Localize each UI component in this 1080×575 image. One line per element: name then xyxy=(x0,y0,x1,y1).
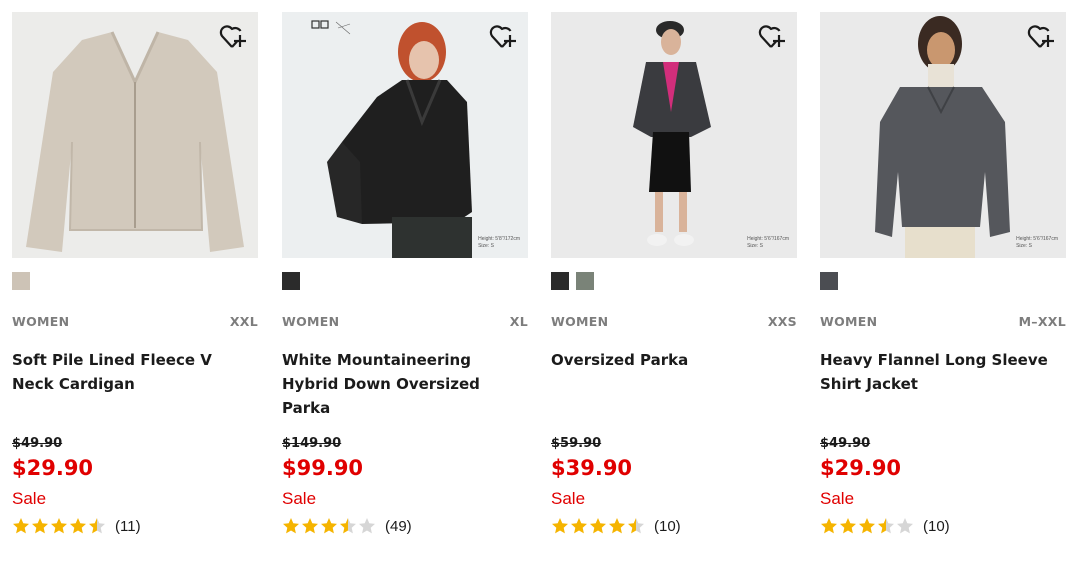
rating[interactable]: (10) xyxy=(551,515,681,537)
favorite-button[interactable] xyxy=(218,22,248,52)
gender-label: WOMEN xyxy=(551,314,609,329)
favorite-button[interactable] xyxy=(757,22,787,52)
star-icon xyxy=(840,518,856,534)
color-swatches xyxy=(12,272,30,290)
star-icon xyxy=(590,518,606,534)
product-meta: WOMEN M–XXL xyxy=(820,314,1066,330)
star-icon xyxy=(13,518,29,534)
heart-plus-icon xyxy=(1027,25,1054,48)
star-icon xyxy=(359,518,375,534)
size-range: XXL xyxy=(229,314,258,329)
star-icon xyxy=(897,518,913,534)
rating[interactable]: (10) xyxy=(820,515,950,537)
star-icon xyxy=(340,518,356,534)
product-name[interactable]: Heavy Flannel Long Sleeve Shirt Jacket xyxy=(820,348,1066,396)
star-icon xyxy=(859,518,875,534)
star-icon xyxy=(552,518,568,534)
product-image[interactable]: Height: 5'6"/167cm Size: S xyxy=(820,12,1066,258)
sale-label: Sale xyxy=(820,489,855,508)
original-price: $59.90 xyxy=(551,436,602,451)
star-icon xyxy=(32,518,48,534)
star-icon xyxy=(321,518,337,534)
star-rating xyxy=(12,517,106,535)
brand-logo xyxy=(292,20,352,42)
color-swatches xyxy=(282,272,300,290)
brand-logo-mark xyxy=(311,20,351,35)
star-rating xyxy=(820,517,914,535)
sale-label: Sale xyxy=(282,489,317,508)
product-card[interactable]: WOMEN XXL Soft Pile Lined Fleece V Neck … xyxy=(12,12,258,552)
sale-price: $29.90 xyxy=(820,456,902,480)
favorite-button[interactable] xyxy=(488,22,518,52)
review-count: (49) xyxy=(385,517,412,535)
model-info: Height: 5'6"/167cm Size: S xyxy=(1016,236,1058,250)
sale-price: $99.90 xyxy=(282,456,364,480)
gender-label: WOMEN xyxy=(12,314,70,329)
favorite-button[interactable] xyxy=(1026,22,1056,52)
color-swatch[interactable] xyxy=(576,272,594,290)
review-count: (10) xyxy=(923,517,950,535)
product-card[interactable]: Height: 5'8"/172cm Size: S WOMEN XL Whit… xyxy=(282,12,528,552)
review-count: (10) xyxy=(654,517,681,535)
model-info: Height: 5'8"/172cm Size: S xyxy=(478,236,520,250)
product-meta: WOMEN XXS xyxy=(551,314,797,330)
color-swatch[interactable] xyxy=(282,272,300,290)
star-icon xyxy=(51,518,67,534)
model-size: Size: S xyxy=(747,243,763,249)
model-size: Size: S xyxy=(478,243,494,249)
product-card[interactable]: Height: 5'6"/167cm Size: S WOMEN M–XXL H… xyxy=(820,12,1066,552)
product-name[interactable]: Oversized Parka xyxy=(551,348,797,372)
heart-plus-icon xyxy=(219,25,246,48)
product-meta: WOMEN XL xyxy=(282,314,528,330)
star-icon xyxy=(70,518,86,534)
rating[interactable]: (11) xyxy=(12,515,141,537)
model-height: Height: 5'6"/167cm xyxy=(1016,236,1058,242)
color-swatch[interactable] xyxy=(551,272,569,290)
size-range: XXS xyxy=(767,314,797,329)
product-image[interactable]: Height: 5'6"/167cm Size: S xyxy=(551,12,797,258)
sale-label: Sale xyxy=(551,489,586,508)
product-meta: WOMEN XXL xyxy=(12,314,258,330)
star-rating xyxy=(282,517,376,535)
sale-label: Sale xyxy=(12,489,47,508)
color-swatch[interactable] xyxy=(12,272,30,290)
original-price: $49.90 xyxy=(820,436,871,451)
product-card[interactable]: Height: 5'6"/167cm Size: S WOMEN XXS Ove… xyxy=(551,12,797,552)
product-image[interactable] xyxy=(12,12,258,258)
star-icon xyxy=(821,518,837,534)
model-height: Height: 5'6"/167cm xyxy=(747,236,789,242)
product-grid: WOMEN XXL Soft Pile Lined Fleece V Neck … xyxy=(12,12,1068,552)
gender-label: WOMEN xyxy=(282,314,340,329)
size-range: M–XXL xyxy=(1018,314,1066,329)
size-range: XL xyxy=(509,314,528,329)
model-info: Height: 5'6"/167cm Size: S xyxy=(747,236,789,250)
star-icon xyxy=(571,518,587,534)
product-name[interactable]: Soft Pile Lined Fleece V Neck Cardigan xyxy=(12,348,258,396)
review-count: (11) xyxy=(115,517,141,535)
original-price: $49.90 xyxy=(12,436,63,451)
star-icon xyxy=(302,518,318,534)
gender-label: WOMEN xyxy=(820,314,878,329)
product-image[interactable]: Height: 5'8"/172cm Size: S xyxy=(282,12,528,258)
star-icon xyxy=(878,518,894,534)
star-icon xyxy=(628,518,644,534)
model-height: Height: 5'8"/172cm xyxy=(478,236,520,242)
color-swatch[interactable] xyxy=(820,272,838,290)
sale-price: $29.90 xyxy=(12,456,94,480)
sale-price: $39.90 xyxy=(551,456,633,480)
original-price: $149.90 xyxy=(282,436,342,451)
star-icon xyxy=(609,518,625,534)
star-icon xyxy=(89,518,105,534)
model-size: Size: S xyxy=(1016,243,1032,249)
heart-plus-icon xyxy=(758,25,785,48)
color-swatches xyxy=(551,272,594,290)
star-icon xyxy=(283,518,299,534)
color-swatches xyxy=(820,272,838,290)
rating[interactable]: (49) xyxy=(282,515,412,537)
heart-plus-icon xyxy=(489,25,516,48)
star-rating xyxy=(551,517,645,535)
product-name[interactable]: White Mountaineering Hybrid Down Oversiz… xyxy=(282,348,528,420)
